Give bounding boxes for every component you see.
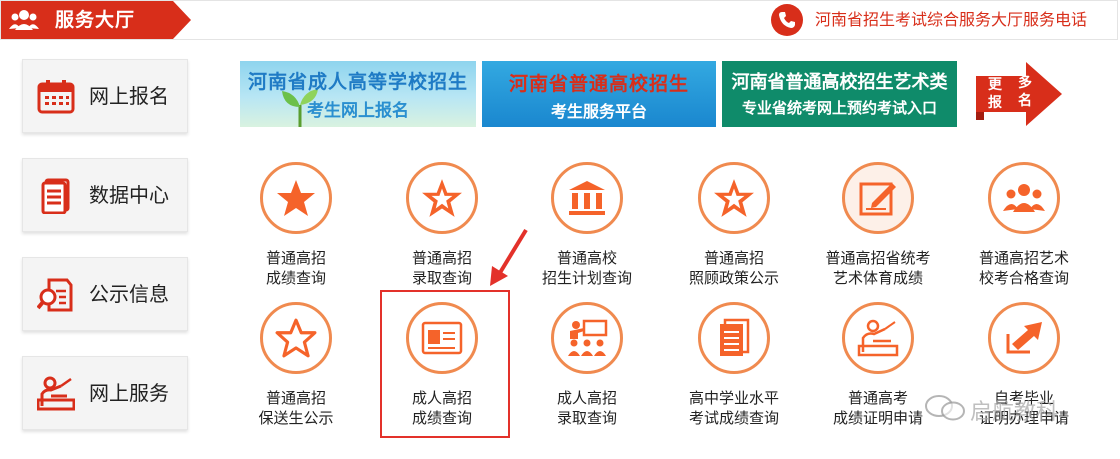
general-college-platform-banner[interactable]: 河南省普通高校招生 考生服务平台 (482, 61, 716, 127)
service-label-line1: 高中学业水平 (688, 389, 779, 407)
header-title: 服务大厅 (55, 9, 136, 31)
sidebar-item-label: 数据中心 (89, 183, 169, 207)
group-icon (1003, 184, 1045, 212)
sidebar-item-online-service[interactable]: 网上服务 (22, 356, 188, 430)
highlight-box (380, 290, 510, 438)
star-outline-icon (714, 179, 754, 217)
icon-circle (260, 162, 332, 234)
banner-title: 河南省普通高校招生 (508, 73, 689, 95)
more-char: 更 (988, 77, 1002, 93)
sidebar-item-public-notice[interactable]: 公示信息 (22, 257, 188, 331)
star-outline-icon (275, 318, 317, 358)
icon-circle (406, 162, 478, 234)
watermark-text: 启航教科 (970, 400, 1059, 425)
service-label-line1: 普通高招 (265, 249, 326, 267)
document-list-icon (720, 318, 750, 356)
service-label-line2: 成绩查询 (265, 269, 326, 287)
icon-circle (260, 302, 332, 374)
annotation-arrow-icon (490, 228, 528, 286)
service-label-line2: 艺术体育成绩 (832, 269, 923, 287)
banner-subtitle: 考生网上报名 (307, 101, 409, 121)
service-label-line1: 普通高招省统考 (825, 249, 931, 267)
more-char: 报 (988, 95, 1002, 111)
presentation-audience-icon (568, 319, 608, 356)
service-label-line2: 校考合格查询 (978, 269, 1069, 287)
more-char: 多 (1018, 75, 1032, 91)
sidebar-item-label: 网上服务 (89, 381, 169, 405)
service-label-line2: 保送生公示 (258, 409, 334, 427)
service-label-line1: 普通高校 (556, 249, 617, 267)
institution-building-icon (569, 181, 605, 215)
icon-circle (698, 162, 770, 234)
service-label-line1: 普通高招 (703, 249, 764, 267)
art-exam-appointment-banner[interactable]: 河南省普通高校招生艺术类 专业省统考网上预约考试入口 (722, 61, 957, 127)
phone-icon (771, 4, 803, 36)
service-phone-link[interactable]: 河南省招生考试综合服务大厅服务电话 (815, 1, 1087, 39)
more-char: 名 (1018, 93, 1032, 109)
more-registration-button[interactable]: 更 多 报 名 (974, 60, 1064, 128)
service-label-line2: 照顾政策公示 (688, 269, 779, 287)
wechat-icon (925, 395, 965, 421)
sidebar-item-label: 公示信息 (89, 282, 169, 306)
search-document-icon (37, 278, 73, 312)
service-hall-header: 服务大厅 河南省招生考试综合服务大厅服务电话 (0, 0, 1118, 40)
service-label-line1: 普通高招艺术 (978, 249, 1069, 267)
watermark: 启航教科 (918, 390, 1118, 426)
service-label-line2: 录取查询 (556, 409, 617, 427)
sidebar-item-label: 网上报名 (89, 84, 169, 108)
banner-subtitle: 考生服务平台 (550, 102, 647, 121)
icon-circle (988, 302, 1060, 374)
sidebar-item-data-center[interactable]: 数据中心 (22, 158, 188, 232)
star-outline-icon (422, 179, 462, 217)
service-label-line1: 普通高招 (265, 389, 326, 407)
icon-circle (698, 302, 770, 374)
icon-circle (842, 302, 914, 374)
icon-circle (988, 162, 1060, 234)
presenter-icon (37, 376, 75, 411)
people-icon (9, 10, 39, 30)
header-title-tab: 服务大厅 (1, 1, 191, 39)
service-label-line1: 成人高招 (556, 389, 617, 407)
adult-college-registration-banner[interactable]: 河南省成人高等学校招生 考生网上报名 (240, 61, 476, 127)
icon-circle (551, 302, 623, 374)
icon-circle (551, 162, 623, 234)
banner-subtitle: 专业省统考网上预约考试入口 (741, 99, 937, 117)
calendar-icon (37, 80, 75, 114)
edit-form-icon (859, 182, 896, 216)
service-label-line2: 招生计划查询 (541, 269, 632, 287)
presenter-icon (857, 319, 899, 357)
service-label-line2: 考试成绩查询 (688, 409, 779, 427)
banner-title: 河南省成人高等学校招生 (247, 71, 468, 93)
external-link-arrow-icon (1006, 322, 1042, 354)
banner-title: 河南省普通高校招生艺术类 (731, 72, 948, 93)
sidebar-item-online-registration[interactable]: 网上报名 (22, 59, 188, 133)
icon-circle (842, 162, 914, 234)
document-stack-icon (41, 178, 70, 214)
star-icon (277, 180, 315, 216)
